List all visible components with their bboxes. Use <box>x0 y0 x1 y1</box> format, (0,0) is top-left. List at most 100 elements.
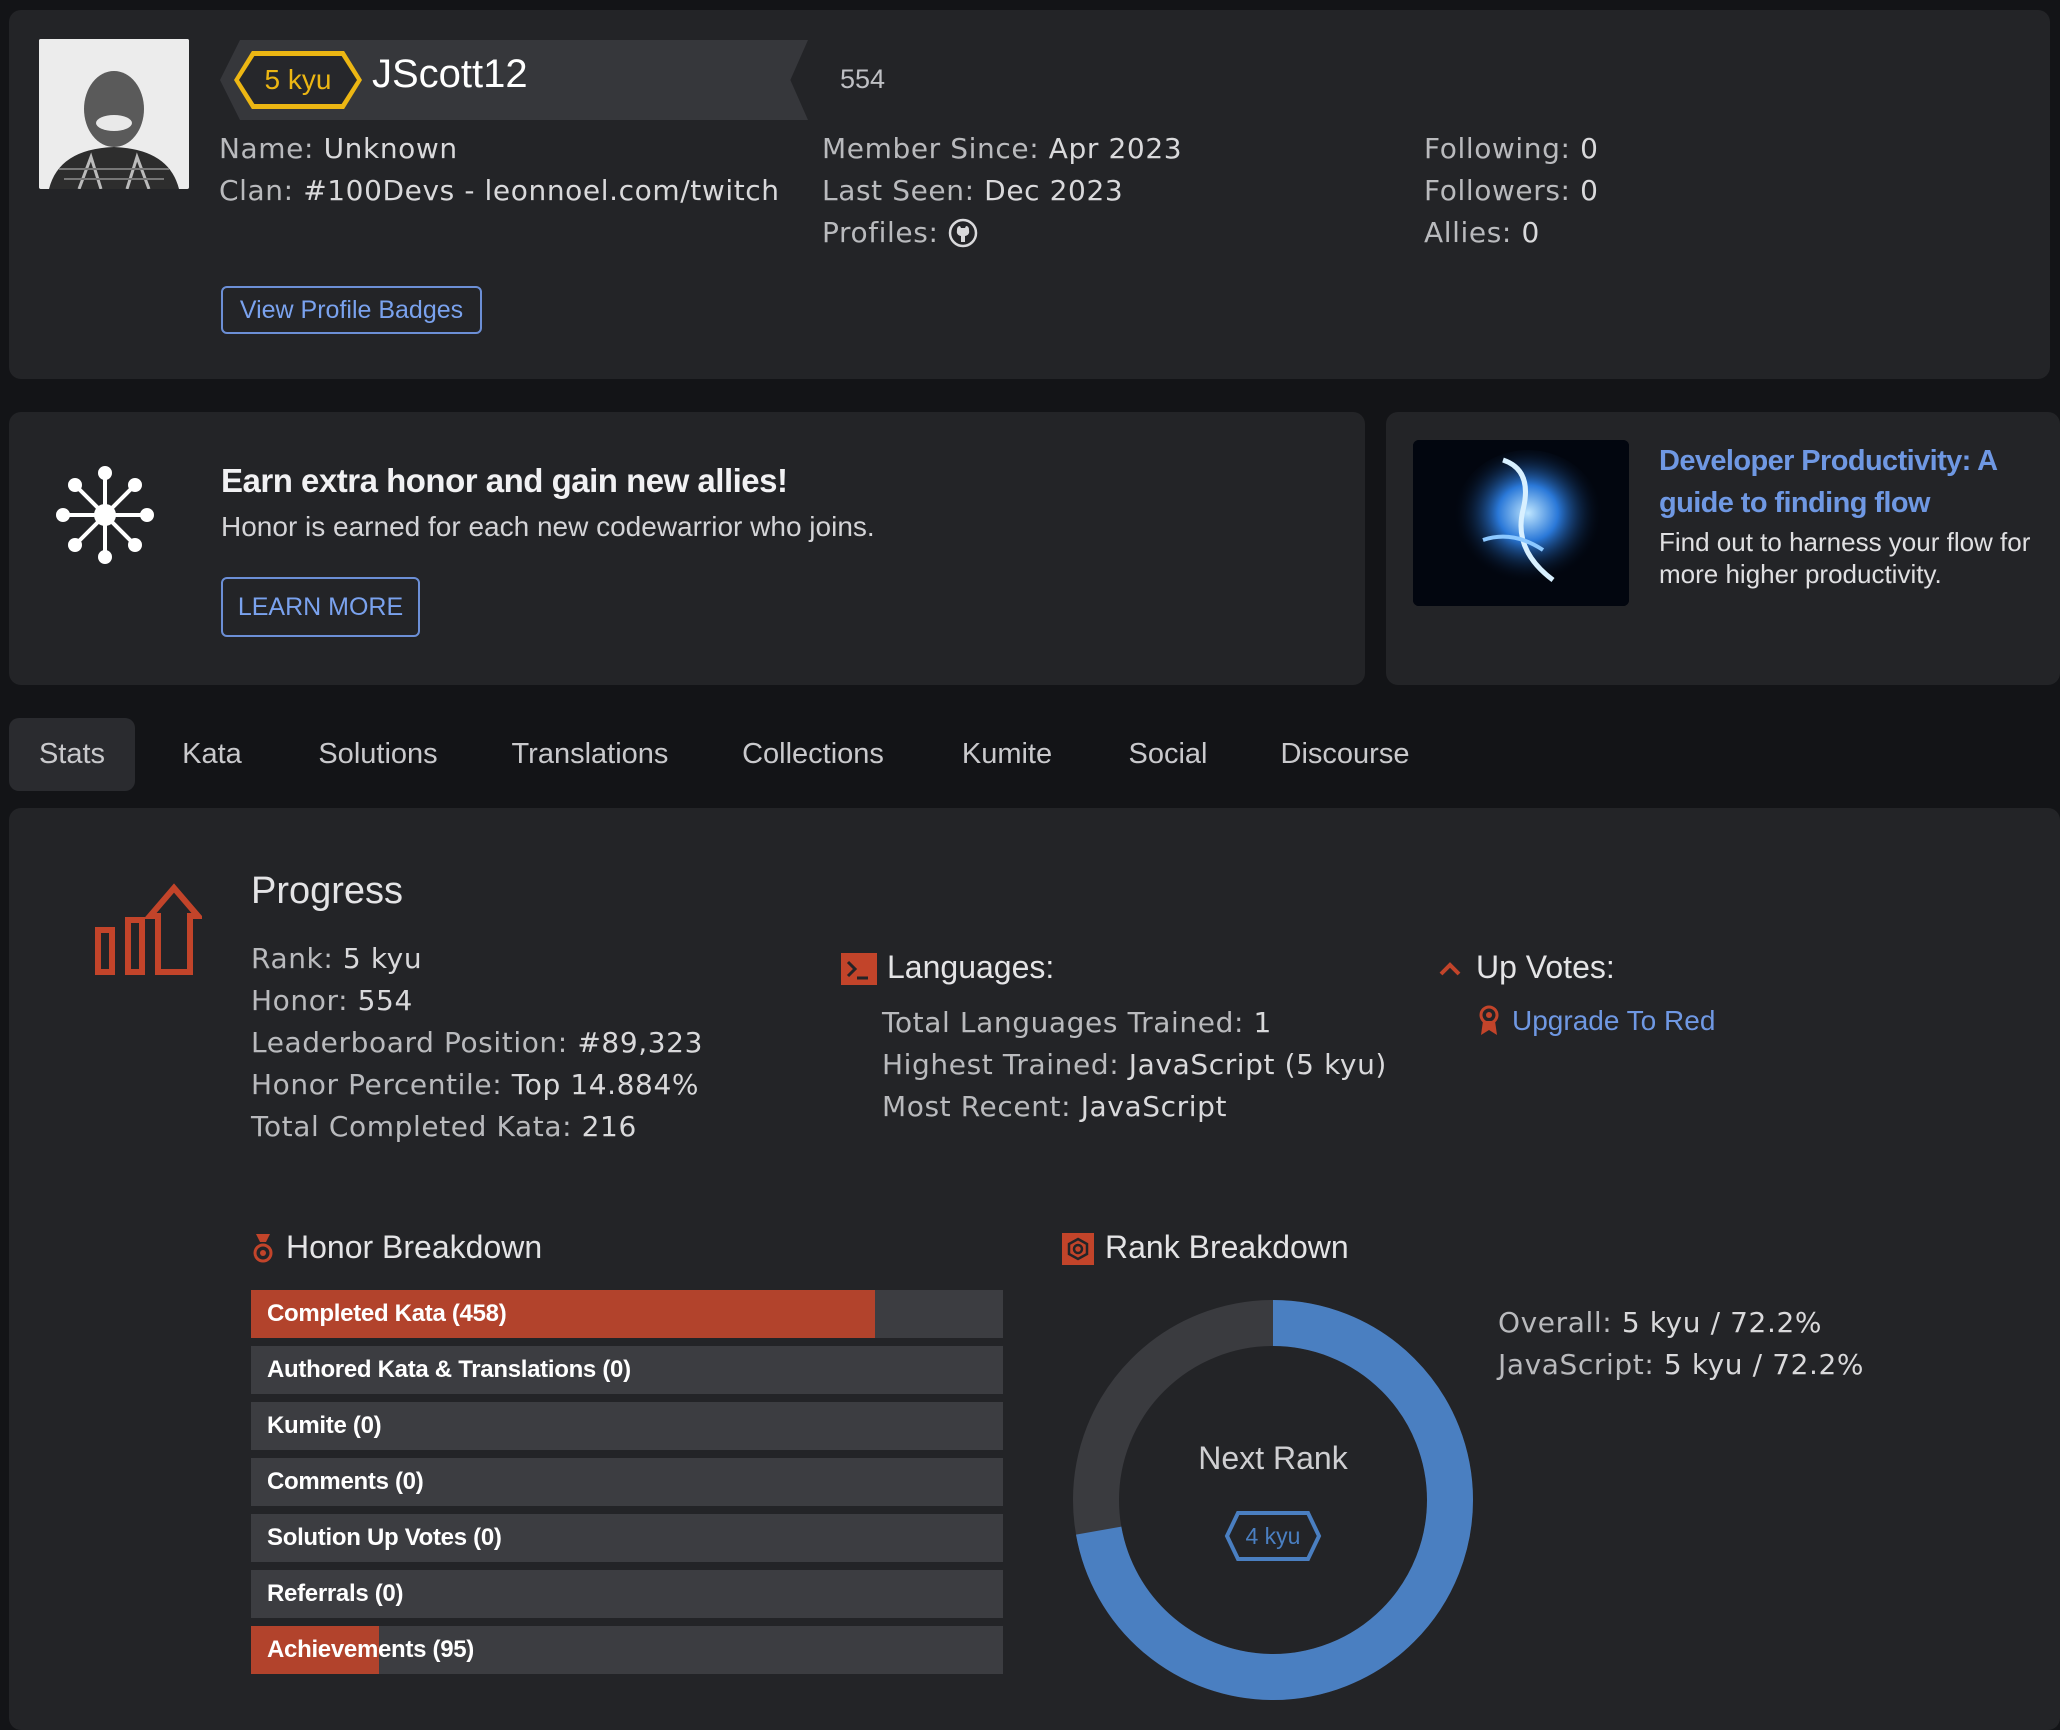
last-seen-label: Last Seen: <box>822 174 975 207</box>
honor-bar: Referrals (0) <box>251 1570 1003 1618</box>
highest-trained-value: JavaScript (5 kyu) <box>1128 1048 1387 1081</box>
following-label: Following: <box>1424 132 1571 165</box>
tab-kata[interactable]: Kata <box>165 718 259 791</box>
profiles-label: Profiles: <box>822 216 939 249</box>
completed-kata-value: 216 <box>581 1110 637 1143</box>
promo-subtitle: Honor is earned for each new codewarrior… <box>221 511 875 542</box>
javascript-value: 5 kyu / 72.2% <box>1663 1348 1865 1381</box>
name-label: Name: <box>219 132 315 165</box>
javascript-label: JavaScript: <box>1498 1348 1655 1381</box>
promo-card <box>9 412 1365 685</box>
honor-bar: Kumite (0) <box>251 1402 1003 1450</box>
progress-chart-icon <box>92 882 205 982</box>
allies-row[interactable]: Allies: 0 <box>1424 216 1540 249</box>
last-seen-row: Last Seen: Dec 2023 <box>822 174 1123 207</box>
article-title-link[interactable]: Developer Productivity: A guide to findi… <box>1659 440 2039 524</box>
avatar[interactable] <box>39 39 189 189</box>
rank-label: Rank: <box>251 942 334 975</box>
next-rank-label: Next Rank <box>1198 1440 1348 1476</box>
tab-collections[interactable]: Collections <box>728 718 898 791</box>
completed-kata-row: Total Completed Kata: 216 <box>251 1110 637 1143</box>
percentile-label: Honor Percentile: <box>251 1068 503 1101</box>
javascript-rank-row: JavaScript: 5 kyu / 72.2% <box>1498 1348 1864 1381</box>
overall-label: Overall: <box>1498 1306 1613 1339</box>
languages-trained-label: Total Languages Trained: <box>882 1006 1244 1039</box>
name-row: Name: Unknown <box>219 132 458 165</box>
honor-breakdown-title: Honor Breakdown <box>286 1229 543 1265</box>
article-image[interactable] <box>1413 440 1629 606</box>
honor-bar-label: Kumite (0) <box>267 1412 382 1439</box>
honor-score: 554 <box>840 64 886 94</box>
honor-value: 554 <box>357 984 413 1017</box>
honor-bar-label: Achievements (95) <box>267 1636 474 1663</box>
promo-title: Earn extra honor and gain new allies! <box>221 462 788 499</box>
honor-bar: Achievements (95) <box>251 1626 1003 1674</box>
rank-row: Rank: 5 kyu <box>251 942 422 975</box>
overall-rank-row: Overall: 5 kyu / 72.2% <box>1498 1306 1822 1339</box>
honor-bar: Completed Kata (458) <box>251 1290 1003 1338</box>
last-seen-value: Dec 2023 <box>984 174 1124 207</box>
tab-solutions[interactable]: Solutions <box>306 718 450 791</box>
following-value: 0 <box>1580 132 1599 165</box>
allies-value: 0 <box>1521 216 1540 249</box>
upvotes-title: Up Votes: <box>1476 949 1615 985</box>
allies-label: Allies: <box>1424 216 1512 249</box>
article-description: Find out to harness your flow for more h… <box>1659 527 2031 589</box>
leaderboard-row: Leaderboard Position: #89,323 <box>251 1026 703 1059</box>
username: JScott12 <box>372 52 528 96</box>
rank-badge-label: 5 kyu <box>239 56 357 104</box>
honor-row: Honor: 554 <box>251 984 413 1017</box>
overall-value: 5 kyu / 72.2% <box>1621 1306 1823 1339</box>
rank-value: 5 kyu <box>342 942 423 975</box>
next-rank-badge: 4 kyu <box>1224 1510 1322 1562</box>
rank-badge: 5 kyu <box>234 51 362 109</box>
languages-title: Languages: <box>887 949 1055 985</box>
honor-bar: Authored Kata & Translations (0) <box>251 1346 1003 1394</box>
tab-translations[interactable]: Translations <box>500 718 680 791</box>
leaderboard-value: #89,323 <box>577 1026 703 1059</box>
chevron-up-icon <box>1438 958 1462 980</box>
rank-breakdown-title: Rank Breakdown <box>1105 1229 1349 1265</box>
upgrade-to-red-link[interactable]: Upgrade To Red <box>1512 1005 1715 1037</box>
honor-bar-label: Completed Kata (458) <box>267 1300 507 1327</box>
medal-icon <box>252 1232 274 1264</box>
percentile-row: Honor Percentile: Top 14.884% <box>251 1068 699 1101</box>
languages-trained-row: Total Languages Trained: 1 <box>882 1006 1272 1039</box>
member-since-value: Apr 2023 <box>1048 132 1183 165</box>
most-recent-label: Most Recent: <box>882 1090 1072 1123</box>
followers-label: Followers: <box>1424 174 1571 207</box>
most-recent-row: Most Recent: JavaScript <box>882 1090 1227 1123</box>
clan-row: Clan: #100Devs - leonnoel.com/twitch <box>219 174 780 207</box>
percentile-value: Top 14.884% <box>511 1068 700 1101</box>
view-badges-button[interactable]: View Profile Badges <box>221 286 482 334</box>
following-row[interactable]: Following: 0 <box>1424 132 1599 165</box>
honor-bar: Solution Up Votes (0) <box>251 1514 1003 1562</box>
tab-social[interactable]: Social <box>1120 718 1216 791</box>
tab-kumite[interactable]: Kumite <box>950 718 1064 791</box>
member-since-row: Member Since: Apr 2023 <box>822 132 1182 165</box>
name-value: Unknown <box>323 132 458 165</box>
languages-trained-value: 1 <box>1253 1006 1272 1039</box>
followers-value: 0 <box>1580 174 1599 207</box>
most-recent-value: JavaScript <box>1080 1090 1228 1123</box>
progress-title: Progress <box>251 870 404 912</box>
leaderboard-label: Leaderboard Position: <box>251 1026 568 1059</box>
github-icon[interactable] <box>948 218 978 248</box>
honor-label: Honor: <box>251 984 349 1017</box>
highest-trained-row: Highest Trained: JavaScript (5 kyu) <box>882 1048 1387 1081</box>
honor-bar-label: Referrals (0) <box>267 1580 404 1607</box>
learn-more-button[interactable]: LEARN MORE <box>221 577 420 637</box>
terminal-icon <box>841 953 877 985</box>
completed-kata-label: Total Completed Kata: <box>251 1110 573 1143</box>
honor-bar: Comments (0) <box>251 1458 1003 1506</box>
profiles-row: Profiles: <box>822 216 978 249</box>
followers-row[interactable]: Followers: 0 <box>1424 174 1599 207</box>
clan-label: Clan: <box>219 174 294 207</box>
member-since-label: Member Since: <box>822 132 1040 165</box>
next-rank-value: 4 kyu <box>1245 1522 1301 1549</box>
highest-trained-label: Highest Trained: <box>882 1048 1120 1081</box>
tab-stats[interactable]: Stats <box>9 718 135 791</box>
tab-discourse[interactable]: Discourse <box>1270 718 1420 791</box>
award-icon <box>1477 1005 1501 1037</box>
honor-bar-label: Authored Kata & Translations (0) <box>267 1356 631 1383</box>
